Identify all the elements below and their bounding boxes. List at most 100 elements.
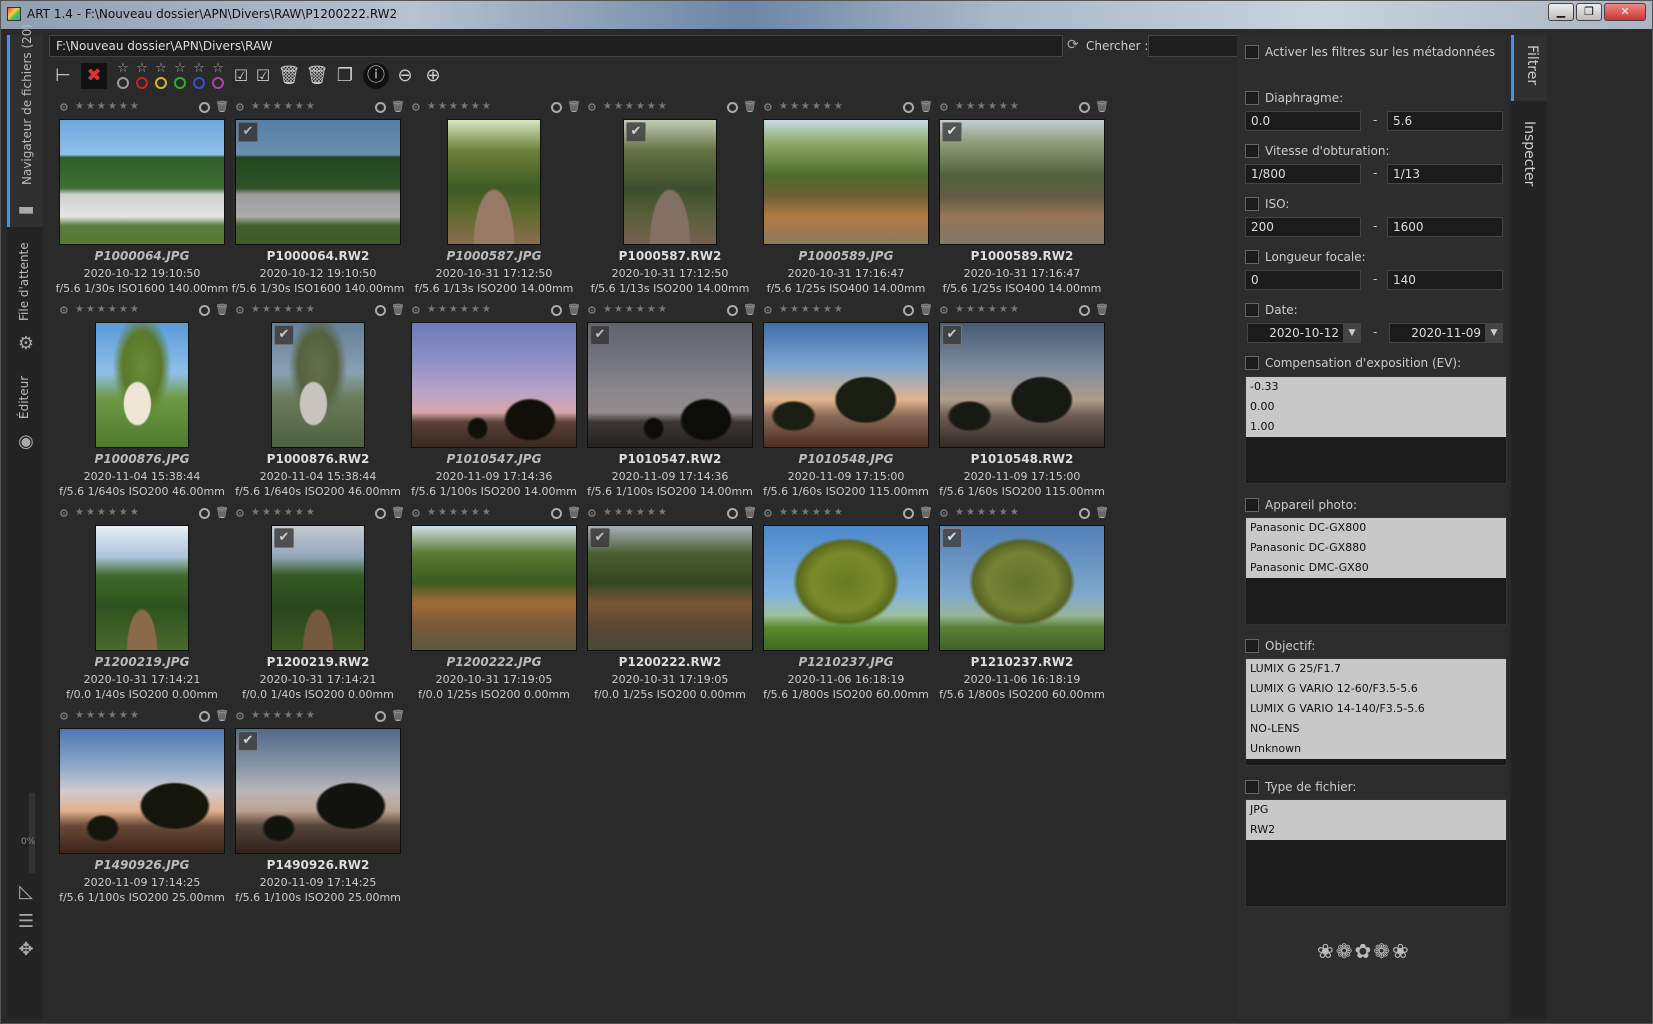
unedited-filter-icon[interactable]: ☑ — [253, 63, 273, 89]
trash-icon[interactable]: 🗑 — [1095, 303, 1109, 316]
thumbnail-card[interactable]: ⚙ ★★★★★★ 🗑 P1000587.JPG 2020-10-31 17:12:50 f… — [403, 97, 585, 305]
color-label-icon[interactable] — [903, 508, 914, 519]
filter-list-item[interactable]: 0.00 — [1246, 397, 1506, 417]
thumbnail-image[interactable]: ✔ — [271, 525, 365, 651]
check-icon[interactable]: ✔ — [942, 325, 962, 345]
edited-filter-icon[interactable]: ☑ — [231, 63, 251, 89]
thumbnail-card[interactable]: ⚙ ★★★★★★ 🗑 P1210237.JPG 2020-11-06 16:18:19 f… — [755, 503, 937, 711]
rating-stars[interactable]: ★★★★★★ — [603, 304, 669, 315]
rating-stars[interactable]: ★★★★★★ — [603, 101, 669, 112]
tab-inspect[interactable]: Inspecter — [1511, 111, 1547, 201]
iso-to-input[interactable]: 1600 — [1387, 217, 1503, 237]
filetype-list[interactable]: JPG RW2 — [1245, 799, 1507, 907]
color-label-icon[interactable] — [727, 102, 738, 113]
rating-filter-2-icon[interactable]: ☆ — [151, 62, 171, 89]
color-label-icon[interactable] — [727, 508, 738, 519]
close-button[interactable]: ✕ — [1604, 3, 1646, 21]
processing-profile-icon[interactable]: ⚙ — [587, 101, 597, 114]
shutter-checkbox[interactable] — [1245, 144, 1259, 158]
iso-checkbox[interactable] — [1245, 197, 1259, 211]
rating-stars[interactable]: ★★★★★★ — [779, 101, 845, 112]
thumbnail-card[interactable]: ⚙ ★★★★★★ 🗑 P1010547.JPG 2020-11-09 17:14:36 f… — [403, 300, 585, 508]
processing-profile-icon[interactable]: ⚙ — [59, 304, 69, 317]
processing-profile-icon[interactable]: ⚙ — [939, 507, 949, 520]
color-label-icon[interactable] — [551, 102, 562, 113]
rating-filter-4-icon[interactable]: ☆ — [189, 62, 209, 89]
processing-profile-icon[interactable]: ⚙ — [59, 101, 69, 114]
thumbnail-card[interactable]: ⚙ ★★★★★★ 🗑 ✔ P1200219.RW2 2020-10-31 17:14:21… — [227, 503, 409, 711]
color-label-icon[interactable] — [199, 102, 210, 113]
copy-icon[interactable]: ❐ — [333, 63, 357, 89]
check-icon[interactable]: ✔ — [274, 528, 294, 548]
color-label-icon[interactable] — [375, 711, 386, 722]
zoom-in-icon[interactable]: ⊕ — [421, 63, 445, 89]
filter-list-item[interactable]: JPG — [1246, 800, 1506, 820]
camera-list[interactable]: Panasonic DC-GX800 Panasonic DC-GX880 Pana… — [1245, 517, 1507, 625]
rating-stars[interactable]: ★★★★★★ — [427, 507, 493, 518]
rating-stars[interactable]: ★★★★★★ — [75, 101, 141, 112]
filter-list-item[interactable]: NO-LENS — [1246, 719, 1506, 739]
check-icon[interactable]: ✔ — [626, 122, 646, 142]
thumbnail-image[interactable]: ✔ — [623, 119, 717, 245]
aperture-to-input[interactable]: 5.6 — [1387, 111, 1503, 131]
thumbnail-image[interactable] — [59, 119, 225, 245]
check-icon[interactable]: ✔ — [274, 325, 294, 345]
refresh-icon[interactable]: ⟳ — [1067, 37, 1079, 53]
rating-stars[interactable]: ★★★★★★ — [251, 710, 317, 721]
rating-filter-1-icon[interactable]: ☆ — [132, 62, 152, 89]
thumbnail-image[interactable] — [95, 525, 189, 651]
processing-profile-icon[interactable]: ⚙ — [587, 507, 597, 520]
info-icon[interactable]: ⓘ — [363, 63, 389, 89]
aperture-icon[interactable]: ◉ — [15, 431, 37, 452]
check-icon[interactable]: ✔ — [238, 122, 258, 142]
filter-rejected-icon[interactable]: ✖ — [81, 63, 107, 89]
thumbnail-card[interactable]: ⚙ ★★★★★★ 🗑 ✔ P1490926.RW2 2020-11-09 17:14:25… — [227, 706, 409, 914]
rating-stars[interactable]: ★★★★★★ — [251, 304, 317, 315]
trash-icon[interactable]: 🗑 — [1095, 506, 1109, 519]
thumbnail-image[interactable] — [411, 322, 577, 448]
filter-list-item[interactable]: Panasonic DMC-GX80 — [1246, 558, 1506, 578]
rating-filter-5-icon[interactable]: ☆ — [208, 62, 228, 89]
thumbnail-card[interactable]: ⚙ ★★★★★★ 🗑 P1200222.JPG 2020-10-31 17:19:05 f… — [403, 503, 585, 711]
focal-to-input[interactable]: 140 — [1387, 270, 1503, 290]
thumbnail-card[interactable]: ⚙ ★★★★★★ 🗑 ✔ P1200222.RW2 2020-10-31 17:19:05… — [579, 503, 761, 711]
thumbnail-card[interactable]: ⚙ ★★★★★★ 🗑 P1000064.JPG 2020-10-12 19:10:50 f… — [51, 97, 233, 305]
check-icon[interactable]: ✔ — [590, 528, 610, 548]
filter-list-item[interactable]: Panasonic DC-GX880 — [1246, 538, 1506, 558]
color-label-icon[interactable] — [199, 711, 210, 722]
tab-editor[interactable]: Éditeur — [7, 371, 43, 431]
color-label-icon[interactable] — [551, 508, 562, 519]
filter-list-item[interactable]: LUMIX G 25/F1.7 — [1246, 659, 1506, 679]
color-label-icon[interactable] — [903, 102, 914, 113]
focal-checkbox[interactable] — [1245, 250, 1259, 264]
thumbnail-card[interactable]: ⚙ ★★★★★★ 🗑 P1490926.JPG 2020-11-09 17:14:25 f… — [51, 706, 233, 914]
trash-icon[interactable]: 🗑 — [391, 709, 405, 722]
thumbnail-card[interactable]: ⚙ ★★★★★★ 🗑 P1000589.JPG 2020-10-31 17:16:47 f… — [755, 97, 937, 305]
thumbnail-image[interactable] — [763, 525, 929, 651]
trash-icon[interactable]: 🗑 — [1095, 100, 1109, 113]
thumbnail-card[interactable]: ⚙ ★★★★★★ 🗑 ✔ P1010547.RW2 2020-11-09 17:14:36… — [579, 300, 761, 508]
color-label-icon[interactable] — [199, 305, 210, 316]
rating-stars[interactable]: ★★★★★★ — [75, 507, 141, 518]
maximize-button[interactable]: ❐ — [1576, 3, 1602, 21]
date-to-dropdown-icon[interactable]: ▼ — [1485, 323, 1503, 343]
thumbnail-card[interactable]: ⚙ ★★★★★★ 🗑 ✔ P1000064.RW2 2020-10-12 19:10:50… — [227, 97, 409, 305]
ev-checkbox[interactable] — [1245, 356, 1259, 370]
thumbnail-image[interactable]: ✔ — [587, 322, 753, 448]
metadata-filter-checkbox[interactable] — [1245, 45, 1259, 59]
trash-filter-icon[interactable]: 🗑 — [277, 63, 301, 89]
color-label-icon[interactable] — [727, 305, 738, 316]
rating-stars[interactable]: ★★★★★★ — [779, 507, 845, 518]
folder-icon[interactable]: ▬ — [15, 199, 37, 220]
date-to-input[interactable]: 2020-11-09 — [1389, 323, 1487, 343]
rating-stars[interactable]: ★★★★★★ — [427, 101, 493, 112]
thumbnail-image[interactable] — [411, 525, 577, 651]
thumbnail-image[interactable]: ✔ — [235, 119, 401, 245]
thumbnail-card[interactable]: ⚙ ★★★★★★ 🗑 ✔ P1010548.RW2 2020-11-09 17:15:00… — [931, 300, 1113, 508]
minimize-button[interactable]: ▁ — [1548, 3, 1574, 21]
color-label-icon[interactable] — [1079, 102, 1090, 113]
rating-stars[interactable]: ★★★★★★ — [955, 507, 1021, 518]
iso-from-input[interactable]: 200 — [1245, 217, 1361, 237]
focal-from-input[interactable]: 0 — [1245, 270, 1361, 290]
ev-list[interactable]: -0.33 0.00 1.00 — [1245, 376, 1507, 484]
